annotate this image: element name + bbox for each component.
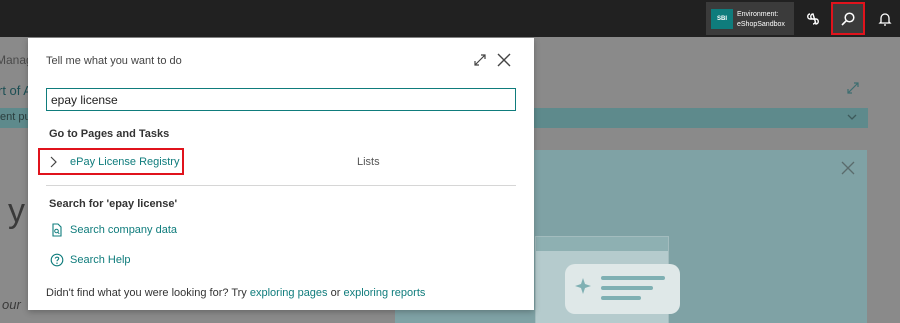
environment-indicator[interactable]: SBI Environment: eShopSandbox bbox=[706, 2, 794, 35]
close-dialog-button[interactable] bbox=[496, 52, 512, 68]
document-search-icon bbox=[52, 223, 62, 237]
environment-text: Environment: eShopSandbox bbox=[737, 10, 785, 30]
search-icon bbox=[841, 11, 855, 26]
search-help-label: Search Help bbox=[70, 254, 131, 266]
environment-badge: SBI bbox=[711, 9, 733, 29]
divider bbox=[46, 185, 516, 186]
search-help-link[interactable]: Search Help bbox=[50, 253, 131, 267]
expand-dialog-button[interactable] bbox=[472, 52, 488, 68]
bell-icon bbox=[878, 12, 892, 26]
search-company-data-link[interactable]: Search company data bbox=[50, 223, 177, 237]
result-category: Lists bbox=[357, 156, 380, 168]
copilot-button[interactable] bbox=[796, 2, 830, 35]
expand-icon bbox=[846, 81, 860, 98]
search-for-heading: Search for 'epay license' bbox=[49, 198, 178, 210]
exploring-pages-link[interactable]: exploring pages bbox=[250, 287, 328, 299]
footer-text: Didn't find what you were looking for? T… bbox=[46, 287, 425, 299]
help-icon bbox=[50, 253, 64, 267]
background-italic-text: our bbox=[2, 297, 21, 312]
close-icon bbox=[840, 160, 856, 179]
exploring-reports-link[interactable]: exploring reports bbox=[343, 287, 425, 299]
search-company-data-label: Search company data bbox=[70, 224, 178, 236]
top-bar: SBI Environment: eShopSandbox bbox=[0, 0, 900, 37]
expand-icon bbox=[474, 54, 486, 66]
illustration-chat-bubble bbox=[565, 264, 680, 314]
close-icon bbox=[497, 53, 511, 67]
notifications-button[interactable] bbox=[868, 2, 900, 35]
environment-name: eShopSandbox bbox=[737, 21, 785, 28]
go-to-pages-heading: Go to Pages and Tasks bbox=[49, 128, 170, 140]
copilot-icon bbox=[807, 12, 819, 25]
search-input[interactable] bbox=[46, 88, 516, 111]
illustration-window-bar bbox=[536, 237, 668, 251]
footer-middle: or bbox=[327, 287, 344, 299]
search-button[interactable] bbox=[831, 2, 865, 35]
result-epay-license-registry[interactable]: ePay License Registry bbox=[38, 148, 184, 175]
background-strip-text: ent pu bbox=[0, 111, 31, 123]
dialog-title: Tell me what you want to do bbox=[46, 55, 182, 67]
footer-prefix: Didn't find what you were looking for? T… bbox=[46, 287, 250, 299]
tell-me-dialog: Tell me what you want to do Go to Pages … bbox=[28, 38, 534, 310]
result-label: ePay License Registry bbox=[70, 155, 180, 168]
environment-label: Environment: bbox=[737, 11, 779, 18]
chevron-right-icon bbox=[50, 156, 57, 167]
background-big-letter: y bbox=[8, 192, 25, 230]
chevron-down-icon bbox=[846, 111, 858, 125]
